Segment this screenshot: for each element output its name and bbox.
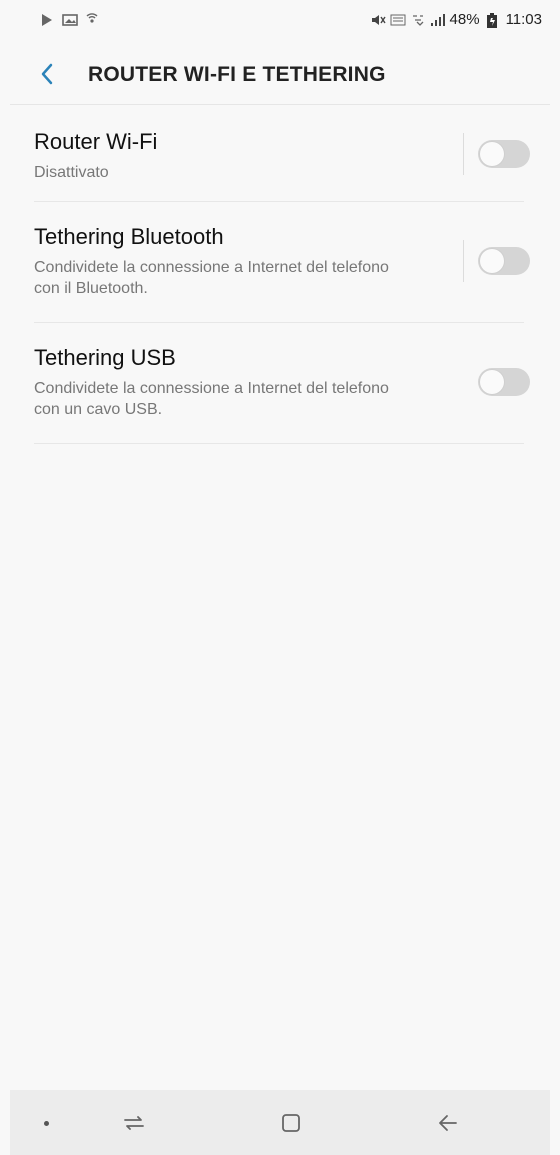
battery-icon [486, 12, 500, 28]
home-icon [282, 1114, 300, 1132]
settings-list: Router Wi-Fi Disattivato Tethering Bluet… [34, 105, 530, 444]
page-title: ROUTER WI-FI E TETHERING [88, 63, 386, 86]
list-item-subtitle: Disattivato [34, 164, 109, 181]
bluetooth-tethering-toggle[interactable] [478, 247, 530, 275]
signal-icon [430, 13, 445, 27]
recent-apps-button[interactable] [116, 1108, 152, 1138]
status-left-icons [40, 13, 98, 27]
mute-icon [370, 13, 386, 27]
list-item-title: Tethering Bluetooth [34, 224, 224, 249]
back-nav-icon [439, 1115, 457, 1131]
list-item-title: Router Wi-Fi [34, 129, 158, 154]
usb-tethering-toggle[interactable] [478, 368, 530, 396]
list-item-tethering-usb[interactable]: Tethering USB Condividete la connessione… [34, 323, 530, 444]
toggle-knob [480, 370, 504, 394]
nav-dot-indicator[interactable] [44, 1121, 49, 1126]
toggle-knob [480, 249, 504, 273]
screen: 48% 11:03 ROUTER WI-FI E TETHERING Route… [10, 0, 550, 1155]
volte-icon [390, 13, 406, 27]
home-button[interactable] [273, 1108, 309, 1138]
battery-percent: 48% [449, 11, 480, 28]
list-item-tethering-bluetooth[interactable]: Tethering Bluetooth Condividete la conne… [34, 202, 530, 323]
clock: 11:03 [505, 11, 542, 28]
back-nav-button[interactable] [430, 1108, 466, 1138]
back-arrow-icon [41, 63, 53, 85]
switch-divider [463, 133, 464, 175]
recents-icon [124, 1116, 144, 1130]
toggle-knob [480, 142, 504, 166]
switch-divider [463, 240, 464, 282]
status-right-icons: 48% 11:03 [370, 11, 542, 28]
play-store-icon [40, 13, 54, 27]
status-bar: 48% 11:03 [10, 0, 550, 44]
list-item-title: Tethering USB [34, 345, 176, 370]
back-button[interactable] [32, 58, 62, 90]
list-item-subtitle: Condividete la connessione a Internet de… [34, 380, 389, 418]
network-4g-icon [410, 13, 424, 27]
list-item-router-wifi[interactable]: Router Wi-Fi Disattivato [34, 105, 530, 202]
router-wifi-toggle[interactable] [478, 140, 530, 168]
gallery-icon [62, 13, 78, 27]
hotspot-icon [84, 13, 98, 27]
app-bar: ROUTER WI-FI E TETHERING [10, 44, 550, 105]
navigation-bar [10, 1090, 550, 1155]
list-item-subtitle: Condividete la connessione a Internet de… [34, 259, 389, 297]
